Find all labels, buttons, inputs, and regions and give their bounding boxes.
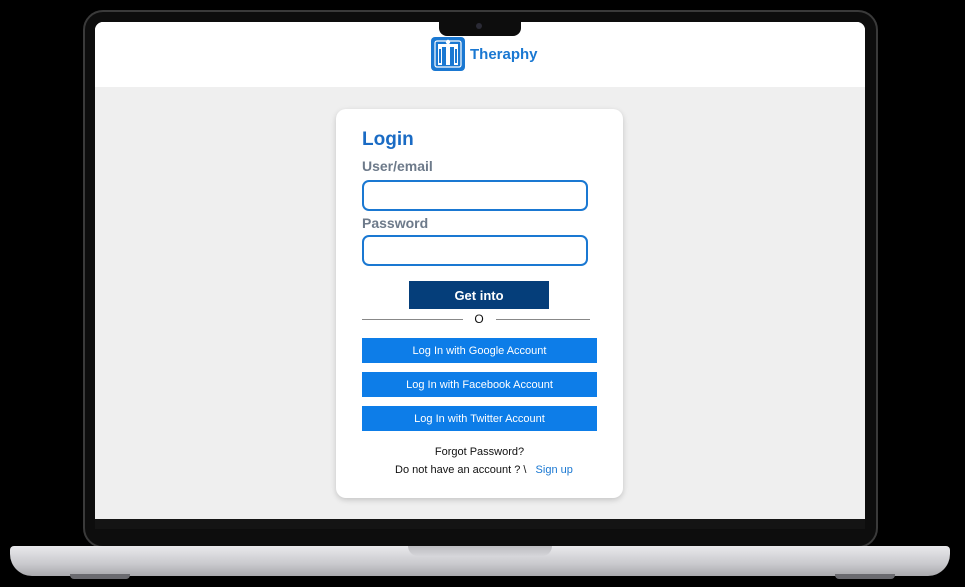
user-email-input[interactable] xyxy=(362,180,588,211)
laptop-base-notch xyxy=(408,546,552,556)
laptop-bottom-bezel xyxy=(95,519,865,529)
facebook-login-button[interactable]: Log In with Facebook Account xyxy=(362,372,597,397)
signup-row: Do not have an account ? \ Sign up xyxy=(395,464,573,476)
twitter-login-button[interactable]: Log In with Twitter Account xyxy=(362,406,597,431)
forgot-password-link[interactable]: Forgot Password? xyxy=(336,446,623,458)
sign-up-link[interactable]: Sign up xyxy=(536,464,573,476)
password-label: Password xyxy=(362,215,429,231)
laptop-screen: Theraphy Login User/email Password Get i… xyxy=(95,22,865,519)
login-card: Login User/email Password Get into O Log… xyxy=(336,109,623,498)
divider-left xyxy=(362,319,463,320)
brand-name: Theraphy xyxy=(470,45,538,63)
google-login-button[interactable]: Log In with Google Account xyxy=(362,338,597,363)
laptop-notch xyxy=(439,20,521,36)
brand[interactable]: Theraphy xyxy=(430,36,538,72)
laptop-foot-left xyxy=(70,574,130,579)
login-title: Login xyxy=(362,129,414,150)
get-into-button[interactable]: Get into xyxy=(409,281,549,309)
camera-icon xyxy=(476,23,482,29)
password-input[interactable] xyxy=(362,235,588,266)
or-separator: O xyxy=(474,312,484,326)
theraphy-logo-icon xyxy=(431,37,465,71)
no-account-text: Do not have an account ? \ xyxy=(395,464,527,476)
user-email-label: User/email xyxy=(362,158,433,174)
laptop-foot-right xyxy=(835,574,895,579)
divider-right xyxy=(496,319,590,320)
